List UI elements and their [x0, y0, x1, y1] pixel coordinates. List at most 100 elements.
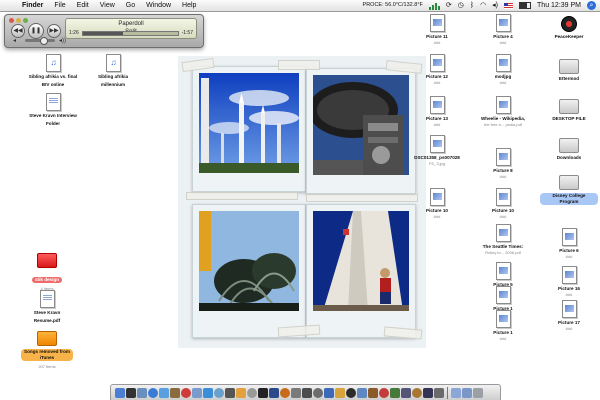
- desktop-icon[interactable]: Downloads: [540, 135, 598, 161]
- desktop-icon[interactable]: Picture 6 ###: [540, 228, 598, 259]
- desktop-icon[interactable]: Songs removed from iTunes 207 items: [18, 328, 76, 369]
- tape-strip: [306, 194, 418, 202]
- dock-ical-icon[interactable]: [181, 387, 191, 398]
- dock-preview-icon[interactable]: [192, 387, 202, 398]
- desktop-icon[interactable]: Picture 10 ###: [408, 188, 466, 219]
- sync-icon[interactable]: ⟳: [446, 0, 452, 11]
- desktop-icon[interactable]: Steve Kravn Resume.pdf: [18, 290, 76, 323]
- dock-safari-icon[interactable]: [148, 387, 158, 398]
- desktop-icon[interactable]: Disney College Program: [540, 172, 598, 208]
- progress-slider[interactable]: [81, 30, 179, 36]
- photo-engine-dish: [313, 75, 409, 175]
- menu-view[interactable]: View: [100, 0, 115, 11]
- menu-file[interactable]: File: [54, 0, 65, 11]
- volume-slider[interactable]: [25, 37, 55, 45]
- dock-app-generic-4-icon[interactable]: [335, 387, 345, 398]
- volume-icon[interactable]: ◂): [492, 0, 498, 11]
- icon-label: Steve Kravn: [33, 310, 61, 315]
- dock-app-generic-1-icon[interactable]: [302, 387, 312, 398]
- dock-app-generic-2-icon[interactable]: [313, 387, 323, 398]
- desktop-icon[interactable]: Picture 10 ###: [474, 188, 532, 219]
- dock-app-generic-9-icon[interactable]: [390, 387, 400, 398]
- dock-dashboard-icon[interactable]: [126, 387, 136, 398]
- dock-app-generic-3-icon[interactable]: [324, 387, 334, 398]
- desktop-icon[interactable]: DSC01358_ps007028 FS_3.jpg: [408, 135, 466, 166]
- dock-app-generic-11-icon[interactable]: [412, 387, 422, 398]
- dock-terminal-icon[interactable]: [258, 387, 268, 398]
- dock-itunes-icon[interactable]: [203, 387, 213, 398]
- dock-finder-icon[interactable]: [115, 387, 125, 398]
- desktop-icon[interactable]: Steve Kravn Interview Folder: [24, 93, 82, 126]
- dock-mail-icon[interactable]: [137, 387, 147, 398]
- next-track-button[interactable]: ▶▶: [47, 24, 61, 38]
- itunes-mini-player[interactable]: ◀◀ ❚❚ ▶▶ Paperdoll Split 1:26 -1:57 ◂ ◂)…: [4, 14, 204, 48]
- volume-knob[interactable]: [40, 37, 48, 45]
- icon-label-line1: Songs removed from: [24, 349, 70, 355]
- dock-iphoto-icon[interactable]: [214, 387, 224, 398]
- polaroid-photo: [306, 204, 416, 338]
- zoom-window-icon[interactable]: [23, 18, 28, 23]
- icon-label: stik design: [32, 277, 62, 283]
- dock-system-preferences-icon[interactable]: [291, 387, 301, 398]
- dock-address-book-icon[interactable]: [170, 387, 180, 398]
- dock-app-generic-12-icon[interactable]: [423, 387, 433, 398]
- menu-help[interactable]: Help: [182, 0, 196, 11]
- time-machine-icon[interactable]: ◷: [458, 0, 464, 11]
- desktop-icon[interactable]: Picture 16 ###: [540, 266, 598, 297]
- dock-downloads-stack-icon[interactable]: [462, 387, 472, 398]
- icon-sublabel: the free e... pedia.pdf: [484, 121, 522, 127]
- desktop-icon[interactable]: Ettermod: [540, 56, 598, 82]
- desktop-icon[interactable]: Picture 11 ###: [408, 14, 466, 45]
- dock-ichat-icon[interactable]: [159, 387, 169, 398]
- menu-window[interactable]: Window: [146, 0, 171, 11]
- image-file-icon: [495, 148, 511, 166]
- dock-textedit-icon[interactable]: [247, 387, 257, 398]
- input-flag-icon[interactable]: [504, 2, 514, 9]
- desktop-icon[interactable]: Sibling afrikia vs. final BIV online: [24, 54, 82, 87]
- desktop-icon[interactable]: DESKTOP FILE: [540, 96, 598, 122]
- polaroid-photo: [306, 68, 416, 194]
- desktop-icon[interactable]: modjpg ###: [474, 54, 532, 85]
- dock-illustrator-icon[interactable]: [280, 387, 290, 398]
- spotlight-icon[interactable]: ⌕: [587, 1, 596, 10]
- menu-edit[interactable]: Edit: [77, 0, 89, 11]
- menu-finder[interactable]: Finder: [22, 0, 43, 11]
- menu-clock[interactable]: Thu 12:39 PM: [537, 0, 581, 11]
- minimize-window-icon[interactable]: [16, 18, 21, 23]
- desktop-icon[interactable]: stik design 4 items: [18, 250, 76, 291]
- status-temperature[interactable]: PROCE: 56.0°C/132.8°F: [363, 0, 423, 11]
- previous-track-button[interactable]: ◀◀: [11, 24, 25, 38]
- cpu-meter-icon[interactable]: [428, 2, 440, 10]
- desktop-icon[interactable]: The Seattle Times: Rolley to... 2006.pdf: [474, 224, 532, 255]
- dock-app-generic-5-icon[interactable]: [346, 387, 356, 398]
- desktop-icon[interactable]: Sibling afrikia millennium: [84, 54, 142, 87]
- icon-sublabel: ###: [499, 39, 507, 45]
- desktop-icon[interactable]: Picture 12 ###: [408, 54, 466, 85]
- dock-app-generic-8-icon[interactable]: [379, 387, 389, 398]
- dock-photoshop-icon[interactable]: [269, 387, 279, 398]
- desktop-icon[interactable]: Picture 8 ###: [474, 148, 532, 179]
- dock-garageband-icon[interactable]: [236, 387, 246, 398]
- desktop-icon[interactable]: Picture 4 ###: [474, 14, 532, 45]
- dock-app-generic-7-icon[interactable]: [368, 387, 378, 398]
- desktop-icon[interactable]: PeaceKeeper: [540, 14, 598, 40]
- desktop-icon[interactable]: Picture 13 ###: [408, 96, 466, 127]
- dock-documents-stack-icon[interactable]: [451, 387, 461, 398]
- desktop-icon[interactable]: Picture 1###: [474, 310, 532, 341]
- dock-trash-icon[interactable]: [473, 387, 483, 398]
- dock-app-generic-10-icon[interactable]: [401, 387, 411, 398]
- folder-icon: [559, 175, 579, 190]
- menu-go[interactable]: Go: [126, 0, 135, 11]
- bluetooth-icon[interactable]: ᛒ: [470, 0, 474, 11]
- battery-icon[interactable]: [519, 2, 532, 9]
- dock-imovie-icon[interactable]: [225, 387, 235, 398]
- dock-app-generic-13-icon[interactable]: [434, 387, 444, 398]
- desktop-icon[interactable]: Wheelie - Wikipedia, the free e... pedia.…: [474, 96, 532, 127]
- desktop-icon[interactable]: Picture 17 ###: [540, 300, 598, 331]
- dock-app-generic-6-icon[interactable]: [357, 387, 367, 398]
- close-window-icon[interactable]: [9, 18, 14, 23]
- audio-file-icon: [45, 54, 61, 72]
- wifi-icon[interactable]: ◠: [480, 0, 486, 11]
- photo-boy-with-rocket: [313, 211, 409, 311]
- polaroid-photo: [192, 66, 306, 192]
